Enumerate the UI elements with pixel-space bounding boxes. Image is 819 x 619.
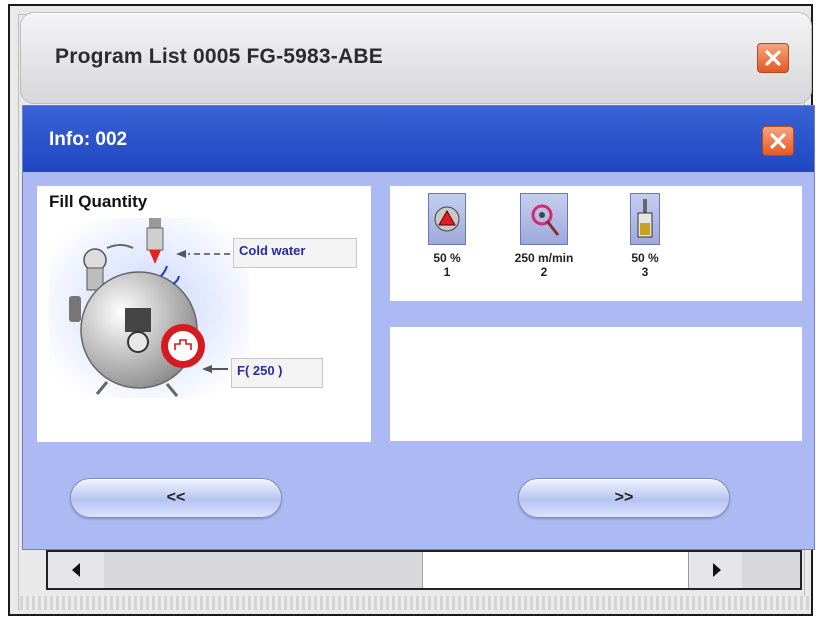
info-dialog: Info: 002 Fill Quantity Cold water F(25… [22, 105, 815, 550]
formula-label: F( 250 ) [231, 358, 323, 388]
dosing-container-icon [630, 193, 660, 245]
parameter-value: 50 % [631, 251, 659, 265]
close-icon [765, 50, 781, 66]
info-dialog-close-button[interactable] [762, 126, 794, 156]
program-list-title: Program List 0005 FG-5983-ABE [55, 45, 383, 68]
parameter-value: 50 % [433, 251, 461, 265]
parameter-1[interactable]: 50 % 1 [402, 193, 492, 279]
cold-water-label: Cold water [233, 238, 357, 268]
scroll-track-end [742, 552, 800, 588]
parameter-value: 250 m/min [514, 251, 574, 265]
next-button[interactable]: >> [518, 478, 730, 518]
program-list-close-button[interactable] [757, 43, 789, 73]
info-dialog-title: Info: 002 [49, 129, 128, 150]
arrow-left-icon [202, 365, 228, 373]
triangle-right-icon [713, 563, 721, 577]
parameter-number: 3 [641, 265, 649, 279]
arrow-left-dashed-icon [176, 250, 230, 258]
warning-triangle-icon [428, 193, 466, 245]
parameter-2[interactable]: 250 m/min 2 [499, 193, 589, 279]
info-dialog-titlebar: Info: 002 [23, 106, 814, 172]
parameter-number: 1 [443, 265, 451, 279]
parameter-3[interactable]: 50 % 3 [600, 193, 690, 279]
bottom-divider [20, 596, 810, 610]
fill-quantity-title: Fill Quantity [49, 192, 148, 211]
details-panel [390, 327, 802, 441]
horizontal-scrollbar[interactable] [46, 550, 802, 590]
program-list-header: Program List 0005 FG-5983-ABE [20, 12, 812, 104]
rotation-speed-icon [520, 193, 568, 245]
parameter-number: 2 [540, 265, 548, 279]
scroll-thumb[interactable] [104, 552, 423, 588]
close-icon [770, 133, 786, 149]
triangle-left-icon [72, 563, 80, 577]
previous-button[interactable]: << [70, 478, 282, 518]
scroll-right-button[interactable] [688, 552, 746, 588]
parameters-panel: 50 % 1 250 m/min 2 50 % 3 [390, 186, 802, 301]
fill-quantity-panel: Fill Quantity Cold water F(250) [37, 186, 371, 442]
scroll-left-button[interactable] [48, 552, 105, 588]
